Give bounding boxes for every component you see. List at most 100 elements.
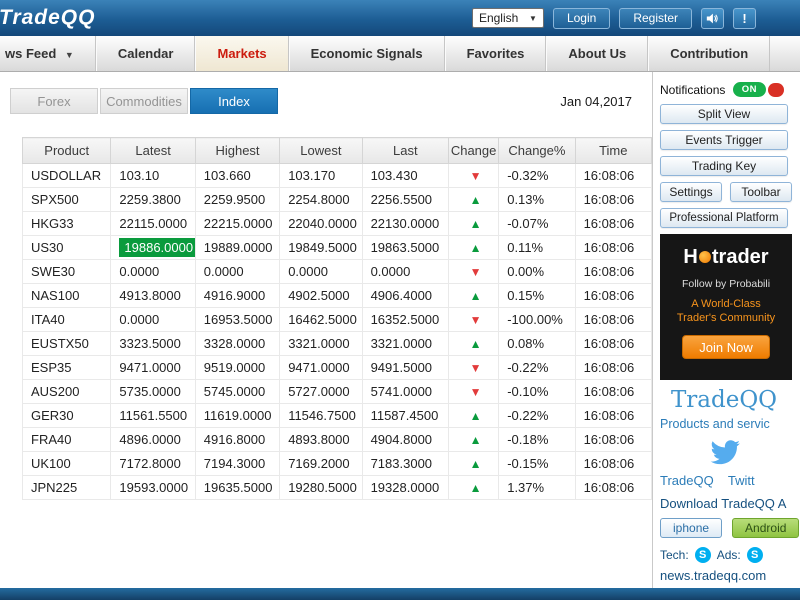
- table-header-row: Product Latest Highest Lowest Last Chang…: [23, 138, 652, 164]
- lowest-cell: 0.0000: [280, 260, 362, 284]
- trading-key-button[interactable]: Trading Key: [660, 156, 788, 176]
- sound-button[interactable]: [701, 8, 724, 29]
- register-button[interactable]: Register: [619, 8, 692, 29]
- notifications-toggle[interactable]: ON: [733, 82, 784, 97]
- nav-item-contribution[interactable]: Contribution: [648, 36, 770, 71]
- ad-line-community: Trader's Community: [660, 312, 792, 324]
- up-arrow-icon: ▲: [470, 337, 482, 351]
- time-cell: 16:08:06: [575, 308, 651, 332]
- download-label: Download TradeQQ A: [660, 496, 800, 511]
- nav-item-calendar[interactable]: Calendar: [96, 36, 196, 71]
- table-row[interactable]: GER3011561.550011619.000011546.750011587…: [23, 404, 652, 428]
- time-cell: 16:08:06: [575, 332, 651, 356]
- product-cell[interactable]: JPN225: [23, 476, 111, 500]
- top-bar-controls: English ▼ Login Register !: [472, 8, 756, 29]
- tab-commodities[interactable]: Commodities: [100, 88, 188, 114]
- tab-index[interactable]: Index: [190, 88, 278, 114]
- table-row[interactable]: FRA404896.00004916.80004893.80004904.800…: [23, 428, 652, 452]
- table-row[interactable]: AUS2005735.00005745.00005727.00005741.00…: [23, 380, 652, 404]
- iphone-button[interactable]: iphone: [660, 518, 722, 538]
- product-cell[interactable]: GER30: [23, 404, 111, 428]
- table-row[interactable]: SWE300.00000.00000.00000.0000▼0.00%16:08…: [23, 260, 652, 284]
- table-row[interactable]: SPX5002259.38002259.95002254.80002256.55…: [23, 188, 652, 212]
- nav-item-news-feed[interactable]: ws Feed ▼: [0, 36, 96, 71]
- toolbar-button[interactable]: Toolbar: [730, 182, 792, 202]
- col-header-time: Time: [575, 138, 651, 164]
- table-row[interactable]: US3019886.000019889.000019849.500019863.…: [23, 236, 652, 260]
- latest-cell: 19593.0000: [111, 476, 195, 500]
- up-arrow-icon: ▲: [470, 481, 482, 495]
- professional-platform-button[interactable]: Professional Platform: [660, 208, 788, 228]
- product-cell[interactable]: SPX500: [23, 188, 111, 212]
- contact-row: Tech: S Ads: S: [660, 547, 800, 563]
- nav-item-favorites[interactable]: Favorites: [445, 36, 547, 71]
- settings-button[interactable]: Settings: [660, 182, 722, 202]
- col-header-product: Product: [23, 138, 111, 164]
- skype-icon[interactable]: S: [747, 547, 763, 563]
- table-row[interactable]: USDOLLAR103.10103.660103.170103.430▼-0.3…: [23, 164, 652, 188]
- highest-cell: 19889.0000: [195, 236, 279, 260]
- product-cell[interactable]: ESP35: [23, 356, 111, 380]
- table-row[interactable]: ESP359471.00009519.00009471.00009491.500…: [23, 356, 652, 380]
- language-select[interactable]: English ▼: [472, 8, 544, 28]
- product-cell[interactable]: AUS200: [23, 380, 111, 404]
- latest-cell: 5735.0000: [111, 380, 195, 404]
- nav-item-about-us[interactable]: About Us: [546, 36, 648, 71]
- product-cell[interactable]: USDOLLAR: [23, 164, 111, 188]
- table-row[interactable]: HKG3322115.000022215.000022040.000022130…: [23, 212, 652, 236]
- change-pct-cell: -0.10%: [499, 380, 575, 404]
- time-cell: 16:08:06: [575, 164, 651, 188]
- chevron-down-icon: ▼: [529, 14, 537, 23]
- exclamation-icon: !: [742, 11, 746, 26]
- table-row[interactable]: ITA400.000016953.500016462.500016352.500…: [23, 308, 652, 332]
- skype-icon[interactable]: S: [695, 547, 711, 563]
- join-now-button[interactable]: Join Now: [682, 335, 770, 359]
- login-button[interactable]: Login: [553, 8, 610, 29]
- lowest-cell: 19280.5000: [280, 476, 362, 500]
- up-arrow-icon: ▲: [470, 217, 482, 231]
- lowest-cell: 3321.0000: [280, 332, 362, 356]
- alert-button[interactable]: !: [733, 8, 756, 29]
- table-row[interactable]: NAS1004913.80004916.90004902.50004906.40…: [23, 284, 652, 308]
- product-cell[interactable]: EUSTX50: [23, 332, 111, 356]
- product-cell[interactable]: UK100: [23, 452, 111, 476]
- change-pct-cell: 0.11%: [499, 236, 575, 260]
- product-cell[interactable]: FRA40: [23, 428, 111, 452]
- split-view-button[interactable]: Split View: [660, 104, 788, 124]
- twitter-link[interactable]: [660, 438, 788, 470]
- twitter-label[interactable]: TradeQQ Twitt: [660, 473, 800, 488]
- events-trigger-button[interactable]: Events Trigger: [660, 130, 788, 150]
- nav-item-economic-signals[interactable]: Economic Signals: [289, 36, 445, 71]
- product-cell[interactable]: SWE30: [23, 260, 111, 284]
- highest-cell: 4916.8000: [195, 428, 279, 452]
- language-value: English: [479, 11, 518, 25]
- table-row[interactable]: EUSTX503323.50003328.00003321.00003321.0…: [23, 332, 652, 356]
- nav-item-markets[interactable]: Markets: [195, 36, 288, 71]
- tab-forex[interactable]: Forex: [10, 88, 98, 114]
- product-cell[interactable]: US30: [23, 236, 111, 260]
- change-arrow-cell: ▲: [448, 212, 498, 236]
- change-arrow-cell: ▼: [448, 308, 498, 332]
- lowest-cell: 16462.5000: [280, 308, 362, 332]
- android-button[interactable]: Android: [732, 518, 799, 538]
- lowest-cell: 5727.0000: [280, 380, 362, 404]
- highest-cell: 103.660: [195, 164, 279, 188]
- market-tabs: Forex Commodities Index Jan 04,2017: [10, 88, 652, 114]
- logo-text-h: H: [683, 246, 697, 268]
- product-cell[interactable]: ITA40: [23, 308, 111, 332]
- change-arrow-cell: ▲: [448, 332, 498, 356]
- product-cell[interactable]: HKG33: [23, 212, 111, 236]
- latest-cell: 22115.0000: [111, 212, 195, 236]
- highest-cell: 5745.0000: [195, 380, 279, 404]
- table-row[interactable]: JPN22519593.000019635.500019280.50001932…: [23, 476, 652, 500]
- product-cell[interactable]: NAS100: [23, 284, 111, 308]
- latest-cell: 0.0000: [111, 308, 195, 332]
- table-row[interactable]: UK1007172.80007194.30007169.20007183.300…: [23, 452, 652, 476]
- down-arrow-icon: ▼: [470, 265, 482, 279]
- date-label: Jan 04,2017: [560, 94, 632, 109]
- sidebar: Notifications ON Split View Events Trigg…: [653, 72, 800, 588]
- latest-cell: 0.0000: [111, 260, 195, 284]
- hottrader-ad-banner[interactable]: Htrader Follow by Probabili A World-Clas…: [660, 234, 792, 380]
- lowest-cell: 4893.8000: [280, 428, 362, 452]
- up-arrow-icon: ▲: [470, 289, 482, 303]
